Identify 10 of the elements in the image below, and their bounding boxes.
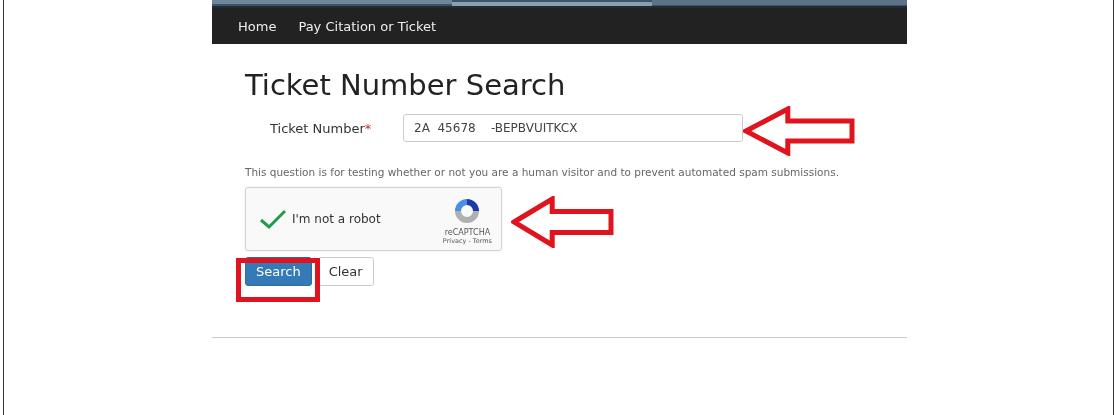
- clear-button[interactable]: Clear: [317, 257, 374, 286]
- ticket-number-field[interactable]: 2A 45678 -BEPBVUITKCX: [403, 114, 743, 142]
- captcha-checkbox[interactable]: [259, 208, 287, 230]
- help-text: This question is for testing whether or not you are a human visitor and to prevent automated spam submissions.: [245, 166, 840, 178]
- captcha-label: I'm not a robot: [292, 212, 381, 226]
- field-label: Ticket Number*: [269, 120, 373, 136]
- nav-link[interactable]: Pay Citation or Ticket: [288, 18, 447, 34]
- captcha-brand: reCAPTCHA: [444, 228, 491, 237]
- page-title: Ticket Number Search: [245, 68, 567, 102]
- nav-link[interactable]: Home: [228, 18, 287, 34]
